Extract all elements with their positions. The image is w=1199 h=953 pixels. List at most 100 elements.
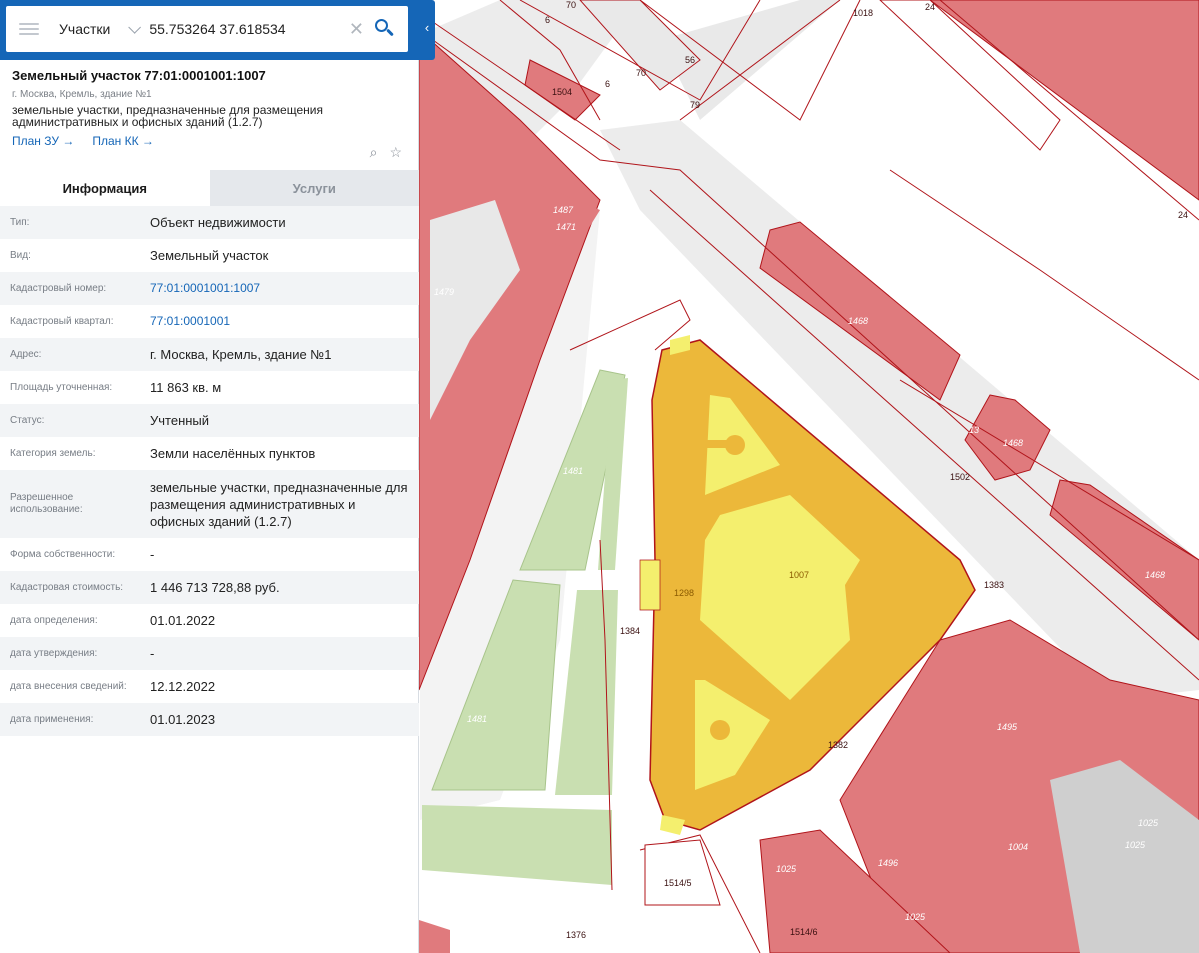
- search-document-icon[interactable]: ⌕: [370, 144, 378, 161]
- info-value: земельные участки, предназначенные для р…: [150, 479, 408, 529]
- info-row-address: Адрес: г. Москва, Кремль, здание №1: [0, 338, 419, 371]
- map-label: 13: [969, 425, 979, 435]
- info-row-kind: Вид: Земельный участок: [0, 239, 419, 272]
- search-box: Участки 55.753264 37.618534 ✕: [6, 6, 408, 52]
- plan-zu-link[interactable]: План ЗУ →: [12, 134, 74, 148]
- map-label: 1025: [1125, 840, 1146, 850]
- close-icon[interactable]: ✕: [349, 19, 364, 40]
- map-label: 6: [545, 15, 550, 25]
- info-value: 1 446 713 728,88 руб.: [150, 580, 280, 595]
- map-label: 1384: [620, 626, 640, 636]
- parcel-address: г. Москва, Кремль, здание №1: [12, 89, 152, 100]
- info-row-area: Площадь уточненная: 11 863 кв. м: [0, 371, 419, 404]
- map-label: 6: [605, 79, 610, 89]
- tab-services[interactable]: Услуги: [209, 170, 419, 206]
- info-key: Кадастровый номер:: [10, 282, 107, 294]
- cadastral-number-link[interactable]: 77:01:0001001:1007: [150, 280, 409, 297]
- info-value: г. Москва, Кремль, здание №1: [150, 347, 332, 362]
- info-row-cadastral-value: Кадастровая стоимость: 1 446 713 728,88 …: [0, 571, 419, 604]
- map-label: 1007: [789, 570, 809, 580]
- map-label: 1471: [556, 222, 576, 232]
- map-label: 1383: [984, 580, 1004, 590]
- map-label: 1468: [1003, 438, 1023, 448]
- parcel-title: Земельный участок 77:01:0001001:1007: [12, 68, 266, 83]
- map-label: 1025: [905, 912, 926, 922]
- info-panel: Участки 55.753264 37.618534 ✕ Земельный …: [0, 0, 419, 953]
- info-value: Земельный участок: [150, 248, 269, 263]
- info-key: Категория земель:: [10, 447, 96, 459]
- info-key: дата внесения сведений:: [10, 680, 127, 692]
- info-key: Площадь уточненная:: [10, 381, 113, 393]
- map-label: 1481: [563, 466, 583, 476]
- map-label: 1496: [878, 858, 898, 868]
- menu-icon[interactable]: [19, 23, 39, 35]
- info-key: Кадастровый квартал:: [10, 315, 114, 327]
- info-key: Разрешенное использование:: [10, 492, 83, 515]
- info-key: Тип:: [10, 216, 30, 228]
- map-label: 1025: [1138, 818, 1159, 828]
- info-value: 12.12.2022: [150, 679, 216, 694]
- map-label: 56: [685, 55, 695, 65]
- info-table: Тип: Объект недвижимости Вид: Земельный …: [0, 206, 419, 736]
- info-row-status: Статус: Учтенный: [0, 404, 419, 437]
- map-label: 1504: [552, 87, 572, 97]
- info-value: Учтенный: [150, 413, 210, 428]
- info-key: дата применения:: [10, 713, 94, 725]
- plan-kk-link[interactable]: План КК →: [92, 134, 154, 148]
- info-row-permitted-use: Разрешенное использование: земельные уча…: [0, 470, 419, 538]
- info-row-determination-date: дата определения: 01.01.2022: [0, 604, 419, 637]
- info-value: -: [150, 646, 155, 661]
- parcel-use: земельные участки, предназначенные для р…: [12, 103, 323, 129]
- info-key: Вид:: [10, 249, 31, 261]
- info-row-cadastral-quarter: Кадастровый квартал: 77:01:0001001: [0, 305, 419, 338]
- search-input[interactable]: 55.753264 37.618534: [149, 21, 349, 37]
- map-label: 1376: [566, 930, 586, 940]
- map-label: 24: [925, 2, 935, 12]
- map-label: 1487: [553, 205, 574, 215]
- map-label: 1025: [776, 864, 797, 874]
- map-label: 1298: [674, 588, 694, 598]
- map-label: 24: [1178, 210, 1188, 220]
- info-value: 01.01.2022: [150, 613, 216, 628]
- map-label: 1479: [434, 287, 454, 297]
- map-label: 70: [566, 0, 576, 10]
- info-key: Кадастровая стоимость:: [10, 581, 124, 593]
- info-key: дата определения:: [10, 614, 98, 626]
- info-value: -: [150, 547, 155, 562]
- info-row-entry-date: дата внесения сведений: 12.12.2022: [0, 670, 419, 703]
- info-key: Адрес:: [10, 348, 42, 360]
- parcel-card: Земельный участок 77:01:0001001:1007 г. …: [12, 68, 412, 160]
- map-label: 70: [636, 68, 646, 78]
- tab-information[interactable]: Информация: [0, 170, 210, 206]
- info-key: Форма собственности:: [10, 548, 116, 560]
- map-label: 79: [690, 100, 700, 110]
- info-row-ownership: Форма собственности: -: [0, 538, 419, 571]
- info-key: Статус:: [10, 414, 45, 426]
- map-label: 1468: [848, 316, 868, 326]
- info-key: дата утверждения:: [10, 647, 98, 659]
- tabs: Информация Услуги: [0, 170, 419, 206]
- info-row-type: Тип: Объект недвижимости: [0, 206, 419, 239]
- chevron-down-icon[interactable]: [128, 20, 142, 34]
- info-value: Объект недвижимости: [150, 215, 286, 230]
- map-label: 1502: [950, 472, 970, 482]
- map-label: 1004: [1008, 842, 1028, 852]
- cadastral-quarter-link[interactable]: 77:01:0001001: [150, 313, 409, 330]
- info-value: 11 863 кв. м: [150, 380, 222, 395]
- chevron-left-icon[interactable]: ‹: [419, 0, 435, 60]
- map-label: 1514/5: [664, 878, 692, 888]
- star-icon[interactable]: ☆: [389, 144, 402, 161]
- map-label: 1495: [997, 722, 1018, 732]
- map-label: 1514/6: [790, 927, 818, 937]
- info-value: 01.01.2023: [150, 712, 216, 727]
- map-label: 1382: [828, 740, 848, 750]
- info-row-approval-date: дата утверждения: -: [0, 637, 419, 670]
- info-row-application-date: дата применения: 01.01.2023: [0, 703, 419, 736]
- layer-select[interactable]: Участки: [59, 21, 110, 37]
- info-value: Земли населённых пунктов: [150, 446, 316, 461]
- search-icon[interactable]: [374, 18, 396, 40]
- map-label: 1018: [853, 8, 873, 18]
- info-row-land-category: Категория земель: Земли населённых пункт…: [0, 437, 419, 470]
- info-row-cadastral-number: Кадастровый номер: 77:01:0001001:1007: [0, 272, 419, 305]
- map-label: 1481: [467, 714, 487, 724]
